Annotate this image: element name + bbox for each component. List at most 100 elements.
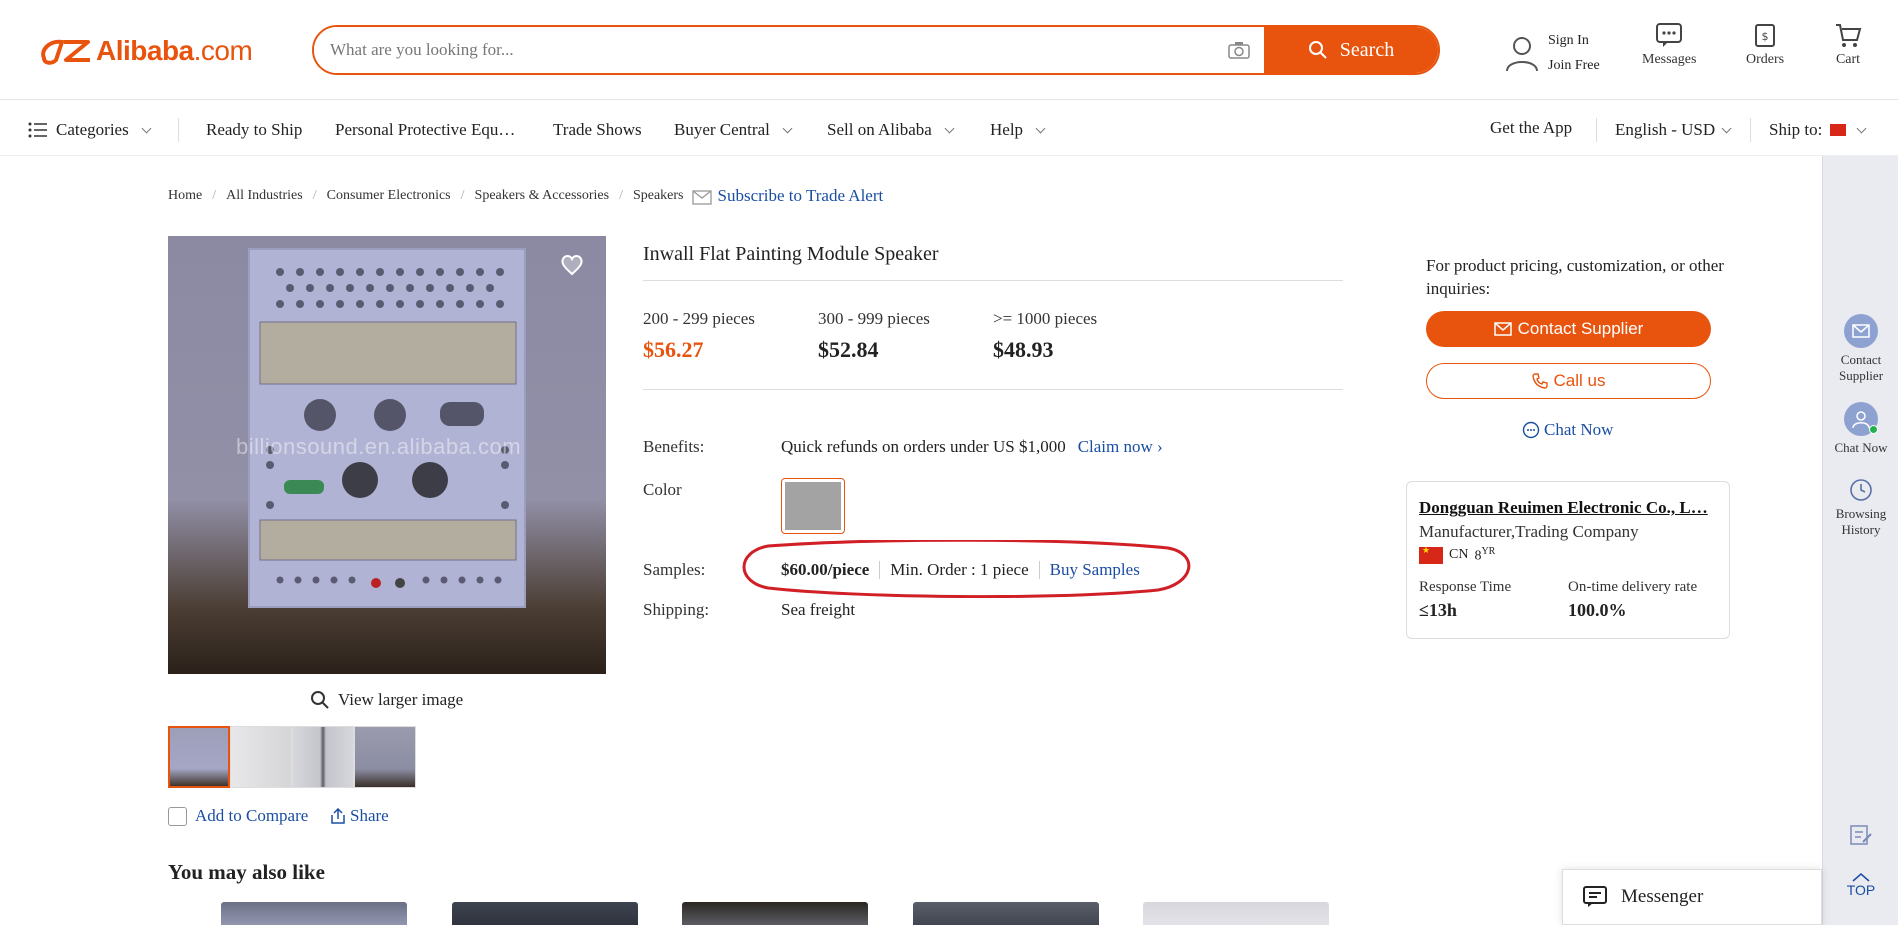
thumbnail-3[interactable]	[292, 726, 354, 788]
sign-in-link[interactable]: Sign In	[1548, 28, 1600, 53]
right-floating-sidebar: Contact Supplier Chat Now Browsing Histo…	[1822, 156, 1898, 925]
breadcrumb: Home / All Industries / Consumer Electroni…	[168, 186, 884, 206]
heart-icon[interactable]	[560, 254, 584, 276]
mail-icon	[1493, 322, 1512, 336]
orders-button[interactable]: $ Orders	[1746, 22, 1784, 68]
inquiry-text: For product pricing, customization, or o…	[1426, 256, 1724, 298]
china-flag-icon	[1419, 545, 1443, 564]
search-button-label: Search	[1339, 38, 1395, 61]
nav-divider	[178, 118, 179, 142]
contact-supplier-button[interactable]: Contact Supplier	[1426, 311, 1711, 347]
orders-label: Orders	[1746, 52, 1785, 67]
you-may-also-like-heading: You may also like	[168, 860, 325, 884]
language-selector[interactable]: English - USD	[1615, 120, 1732, 140]
view-larger-image[interactable]: View larger image	[310, 690, 463, 710]
chat-now-link[interactable]: Chat Now	[1522, 420, 1613, 440]
chevron-down-icon	[141, 123, 152, 133]
red-annotation-ellipse	[742, 540, 1191, 598]
categories-menu[interactable]: Categories	[28, 120, 152, 140]
sign-in-area[interactable]: Sign In Join Free	[1504, 28, 1600, 78]
category-nav: Categories Ready to Ship Personal Protec…	[0, 100, 1898, 156]
chevron-down-icon	[782, 123, 793, 133]
call-us-button[interactable]: Call us	[1426, 363, 1711, 399]
search-button[interactable]: Search	[1264, 27, 1438, 73]
chat-icon	[1522, 421, 1540, 439]
nav-sell-on-alibaba[interactable]: Sell on Alibaba	[827, 120, 955, 140]
messages-label: Messages	[1642, 52, 1697, 67]
nav-help[interactable]: Help	[990, 120, 1046, 140]
recommended-item-5[interactable]	[1143, 902, 1329, 925]
supplier-years: 8YR	[1474, 546, 1496, 564]
speaker-panel-photo	[248, 248, 526, 608]
benefits-label: Benefits:	[643, 437, 705, 456]
subscribe-trade-alert[interactable]: Subscribe to Trade Alert	[691, 186, 883, 206]
price-tier-2: 300 - 999 pieces $52.84	[818, 309, 930, 362]
search-icon	[311, 691, 329, 709]
add-to-compare[interactable]: Add to Compare	[168, 806, 308, 826]
feedback-icon[interactable]	[1849, 824, 1873, 846]
alibaba-logo[interactable]: Alibaba.com	[36, 30, 253, 72]
search-bar: Search	[312, 25, 1440, 75]
thumbnail-1[interactable]	[168, 726, 230, 788]
benefits-value: Quick refunds on orders under US $1,000 …	[781, 437, 1163, 457]
samples-label: Samples:	[643, 560, 706, 579]
search-icon	[1308, 41, 1327, 59]
phone-icon	[1531, 373, 1548, 389]
color-swatch-gray[interactable]	[781, 478, 845, 534]
chevron-up-icon	[1852, 873, 1870, 882]
nav-buyer-central[interactable]: Buyer Central	[674, 120, 793, 140]
sidebar-browsing-history[interactable]: Browsing History	[1823, 478, 1898, 538]
breadcrumb-all-industries[interactable]: All Industries	[226, 188, 303, 204]
list-icon	[28, 122, 47, 138]
logo-text: Alibaba.com	[96, 35, 253, 66]
share-icon	[331, 808, 345, 824]
nav-divider	[1596, 118, 1597, 142]
supplier-country: CN 8YR	[1419, 545, 1717, 565]
messages-button[interactable]: Messages	[1642, 22, 1696, 68]
recommended-item-2[interactable]	[452, 902, 638, 925]
get-app-link[interactable]: Get the App	[1490, 118, 1572, 138]
on-time-delivery: On-time delivery rate 100.0%	[1568, 578, 1698, 620]
supplier-card: Dongguan Reuimen Electronic Co., L… Manu…	[1406, 481, 1730, 639]
join-free-link[interactable]: Join Free	[1548, 53, 1600, 78]
recommended-item-3[interactable]	[682, 902, 868, 925]
alibaba-logo-icon	[41, 39, 90, 65]
nav-trade-shows[interactable]: Trade Shows	[553, 120, 642, 140]
camera-icon[interactable]	[1214, 27, 1264, 73]
product-title: Inwall Flat Painting Module Speaker	[643, 243, 939, 265]
response-time: Response Time ≤13h	[1419, 578, 1512, 620]
svg-text:$: $	[1762, 30, 1769, 43]
chevron-down-icon	[1035, 123, 1046, 133]
supplier-type: Manufacturer,Trading Company	[1419, 522, 1639, 541]
divider	[643, 280, 1343, 281]
product-main-image[interactable]: billionsound.en.alibaba.com	[168, 236, 606, 674]
shipping-value: Sea freight	[781, 600, 856, 619]
price-tier-3: >= 1000 pieces $48.93	[993, 309, 1098, 362]
shipping-label: Shipping:	[643, 600, 710, 619]
back-to-top-button[interactable]: TOP	[1823, 872, 1898, 898]
search-input[interactable]	[314, 27, 1214, 73]
breadcrumb-speakers-accessories[interactable]: Speakers & Accessories	[475, 188, 610, 204]
share-button[interactable]: Share	[330, 806, 389, 826]
nav-ready-to-ship[interactable]: Ready to Ship	[206, 120, 302, 140]
sidebar-contact-supplier[interactable]: Contact Supplier	[1823, 314, 1898, 384]
ship-to-selector[interactable]: Ship to:	[1769, 120, 1867, 140]
compare-checkbox[interactable]	[168, 806, 187, 826]
breadcrumb-speakers[interactable]: Speakers	[633, 188, 684, 204]
thumbnail-2[interactable]	[230, 726, 292, 788]
cart-button[interactable]: Cart	[1834, 22, 1862, 68]
breadcrumb-home[interactable]: Home	[168, 188, 202, 204]
recommended-item-1[interactable]	[221, 902, 407, 925]
breadcrumb-consumer-electronics[interactable]: Consumer Electronics	[327, 188, 451, 204]
nav-personal-protective[interactable]: Personal Protective Equ…	[335, 120, 515, 140]
thumbnail-strip	[168, 726, 416, 788]
claim-now-link[interactable]: Claim now ›	[1078, 437, 1163, 457]
cart-label: Cart	[1835, 52, 1861, 67]
thumbnail-4[interactable]	[354, 726, 416, 788]
messenger-widget[interactable]: Messenger	[1562, 869, 1822, 925]
recommended-item-4[interactable]	[913, 902, 1099, 925]
sidebar-chat-now[interactable]: Chat Now	[1823, 402, 1898, 456]
mail-icon	[1844, 314, 1878, 348]
supplier-name-link[interactable]: Dongguan Reuimen Electronic Co., L…	[1419, 498, 1717, 518]
mail-icon	[691, 190, 712, 205]
